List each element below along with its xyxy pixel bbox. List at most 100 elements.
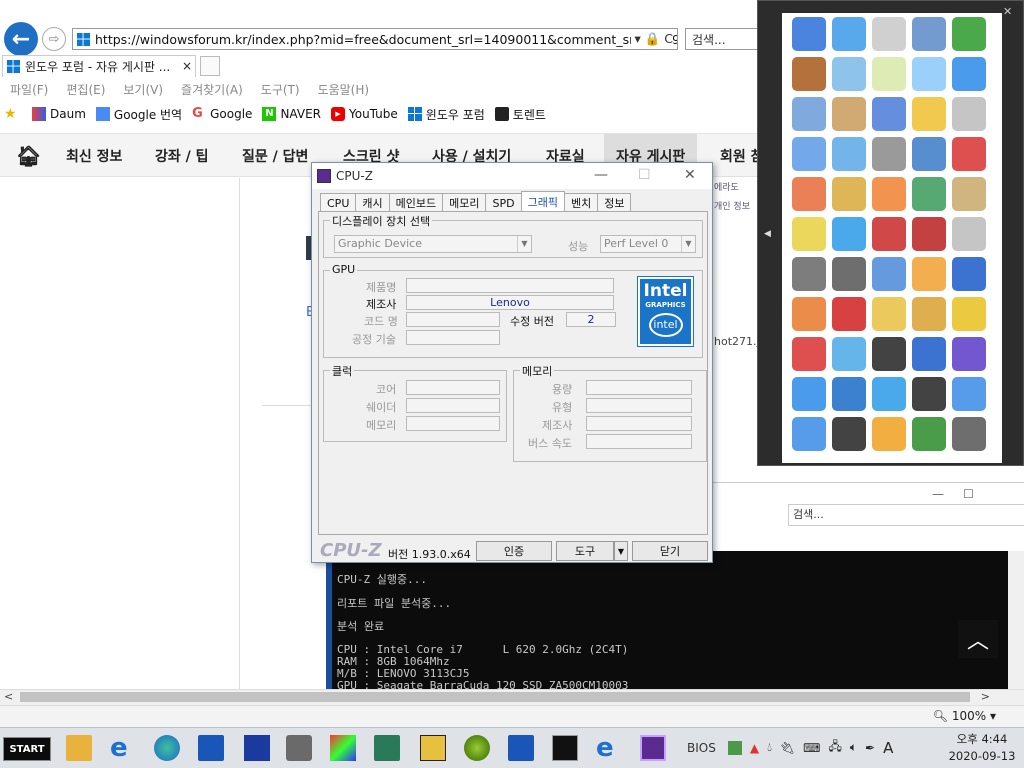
menu-edit[interactable]: 편집(E) (66, 81, 105, 98)
close-icon[interactable]: ✕ (684, 167, 696, 183)
launcher-app-icon[interactable] (952, 217, 986, 251)
launcher-app-icon[interactable] (792, 337, 826, 371)
close-icon[interactable]: ✕ (1003, 5, 1017, 19)
menu-favorites[interactable]: 즐겨찾기(A) (181, 81, 243, 98)
launcher-app-icon[interactable] (872, 177, 906, 211)
launcher-app-icon[interactable] (912, 97, 946, 131)
address-bar[interactable]: https://windowsforum.kr/index.php?mid=fr… (72, 28, 678, 50)
tools-dropdown-button[interactable]: ▼ (614, 541, 628, 561)
launcher-app-icon[interactable] (792, 217, 826, 251)
launcher-app-icon[interactable] (952, 57, 986, 91)
launcher-app-icon[interactable] (912, 17, 946, 51)
scroll-to-top-button[interactable]: ︿ (958, 620, 998, 658)
ie-icon[interactable]: e (110, 735, 136, 761)
launcher-app-icon[interactable] (792, 417, 826, 451)
cpuz-titlebar[interactable]: CPU-Z — ☐ ✕ (312, 163, 712, 189)
launcher-app-icon[interactable] (792, 137, 826, 171)
launcher-app-icon[interactable] (872, 217, 906, 251)
bios-label[interactable]: BIOS (687, 741, 716, 755)
save-icon[interactable] (198, 735, 224, 761)
scroll-left-icon[interactable]: < (4, 690, 13, 703)
fav-google[interactable]: G Google (192, 107, 252, 122)
launcher-app-icon[interactable] (912, 177, 946, 211)
launcher-app-icon[interactable] (872, 257, 906, 291)
launcher-app-icon[interactable] (832, 297, 866, 331)
fav-windowsforum[interactable]: 윈도우 포럼 (407, 106, 485, 123)
nav-news[interactable]: 최신 정보 (66, 134, 122, 178)
launcher-app-icon[interactable] (792, 177, 826, 211)
tab-graphics[interactable]: 그래픽 (520, 191, 565, 212)
qr-app-icon[interactable] (244, 735, 270, 761)
launcher-app-icon[interactable] (952, 417, 986, 451)
panel-collapse-icon[interactable]: ◀ (764, 229, 771, 239)
vertical-scrollbar[interactable] (1008, 551, 1024, 689)
drop-icon[interactable]: 💧︎ (767, 740, 772, 755)
launcher-app-icon[interactable] (832, 177, 866, 211)
file-explorer-icon[interactable] (66, 735, 92, 761)
launcher-app-icon[interactable] (912, 257, 946, 291)
menu-file[interactable]: 파일(F) (10, 81, 48, 98)
tray-app-icon[interactable] (727, 740, 742, 755)
monitor-app-icon[interactable] (374, 735, 400, 761)
nav-tips[interactable]: 강좌 / 팁 (155, 134, 209, 178)
browser-search-input[interactable]: 검색... (685, 28, 765, 50)
close-button[interactable]: 닫기 (632, 541, 708, 561)
launcher-app-icon[interactable] (792, 377, 826, 411)
r-app-icon[interactable] (420, 735, 446, 761)
launcher-app-icon[interactable] (872, 337, 906, 371)
back-button[interactable]: ← (4, 22, 38, 56)
save-icon[interactable] (508, 735, 534, 761)
new-tab-button[interactable] (200, 56, 220, 76)
launcher-app-icon[interactable] (792, 97, 826, 131)
launcher-app-icon[interactable] (832, 377, 866, 411)
background-search-input[interactable]: 검색... (788, 504, 1024, 526)
launcher-app-icon[interactable] (792, 57, 826, 91)
validate-button[interactable]: 인증 (476, 541, 552, 561)
launcher-app-icon[interactable] (792, 297, 826, 331)
window-controls[interactable]: — ☐ (932, 487, 974, 501)
launcher-app-icon[interactable] (872, 297, 906, 331)
keyboard-icon[interactable]: ⌨︎ (803, 741, 820, 755)
olive-app-icon[interactable] (464, 735, 490, 761)
transformer-icon[interactable] (286, 735, 312, 761)
launcher-app-icon[interactable] (832, 137, 866, 171)
start-button[interactable]: START (3, 737, 51, 761)
launcher-app-icon[interactable] (952, 17, 986, 51)
launcher-app-icon[interactable] (912, 417, 946, 451)
perf-select[interactable]: Perf Level 0 ▼ (600, 235, 696, 253)
launcher-app-icon[interactable] (832, 217, 866, 251)
menu-view[interactable]: 보기(V) (123, 81, 163, 98)
fav-naver[interactable]: N NAVER (262, 107, 321, 121)
launcher-app-icon[interactable] (952, 137, 986, 171)
tab-memory[interactable]: 메모리 (442, 193, 487, 212)
launcher-app-icon[interactable] (792, 17, 826, 51)
launcher-app-icon[interactable] (912, 57, 946, 91)
console-icon[interactable] (552, 735, 578, 761)
home-link[interactable]: 🏠︎ (16, 134, 41, 178)
launcher-app-icon[interactable] (832, 417, 866, 451)
tab-mainboard[interactable]: 메인보드 (388, 193, 444, 212)
address-tools[interactable]: ▾ 🔒 C (631, 31, 673, 47)
fav-daum[interactable]: Daum (32, 107, 86, 121)
launcher-app-icon[interactable] (832, 337, 866, 371)
page-link[interactable]: 개인 정보 (714, 199, 750, 212)
launcher-app-icon[interactable] (872, 57, 906, 91)
launcher-app-icon[interactable] (912, 217, 946, 251)
favorites-star[interactable]: ★ (4, 107, 22, 121)
tab-bench[interactable]: 벤치 (563, 193, 599, 212)
forward-button[interactable]: ⇨ (42, 27, 66, 51)
launcher-app-icon[interactable] (872, 417, 906, 451)
fav-torrent[interactable]: 토렌트 (494, 106, 546, 123)
usb-icon[interactable]: 🔌︎ (780, 741, 795, 755)
launcher-app-icon[interactable] (832, 97, 866, 131)
scrollbar-thumb[interactable] (20, 692, 970, 702)
device-select[interactable]: Graphic Device ▼ (334, 235, 532, 253)
launcher-app-icon[interactable] (832, 257, 866, 291)
launcher-app-icon[interactable] (832, 17, 866, 51)
tab-spd[interactable]: SPD (485, 193, 522, 212)
scroll-right-icon[interactable]: > (981, 690, 990, 703)
launcher-app-icon[interactable] (952, 177, 986, 211)
pen-icon[interactable]: ✒︎ (865, 741, 875, 755)
tab-cpu[interactable]: CPU (320, 193, 357, 212)
close-tab-button[interactable]: × (182, 59, 192, 73)
